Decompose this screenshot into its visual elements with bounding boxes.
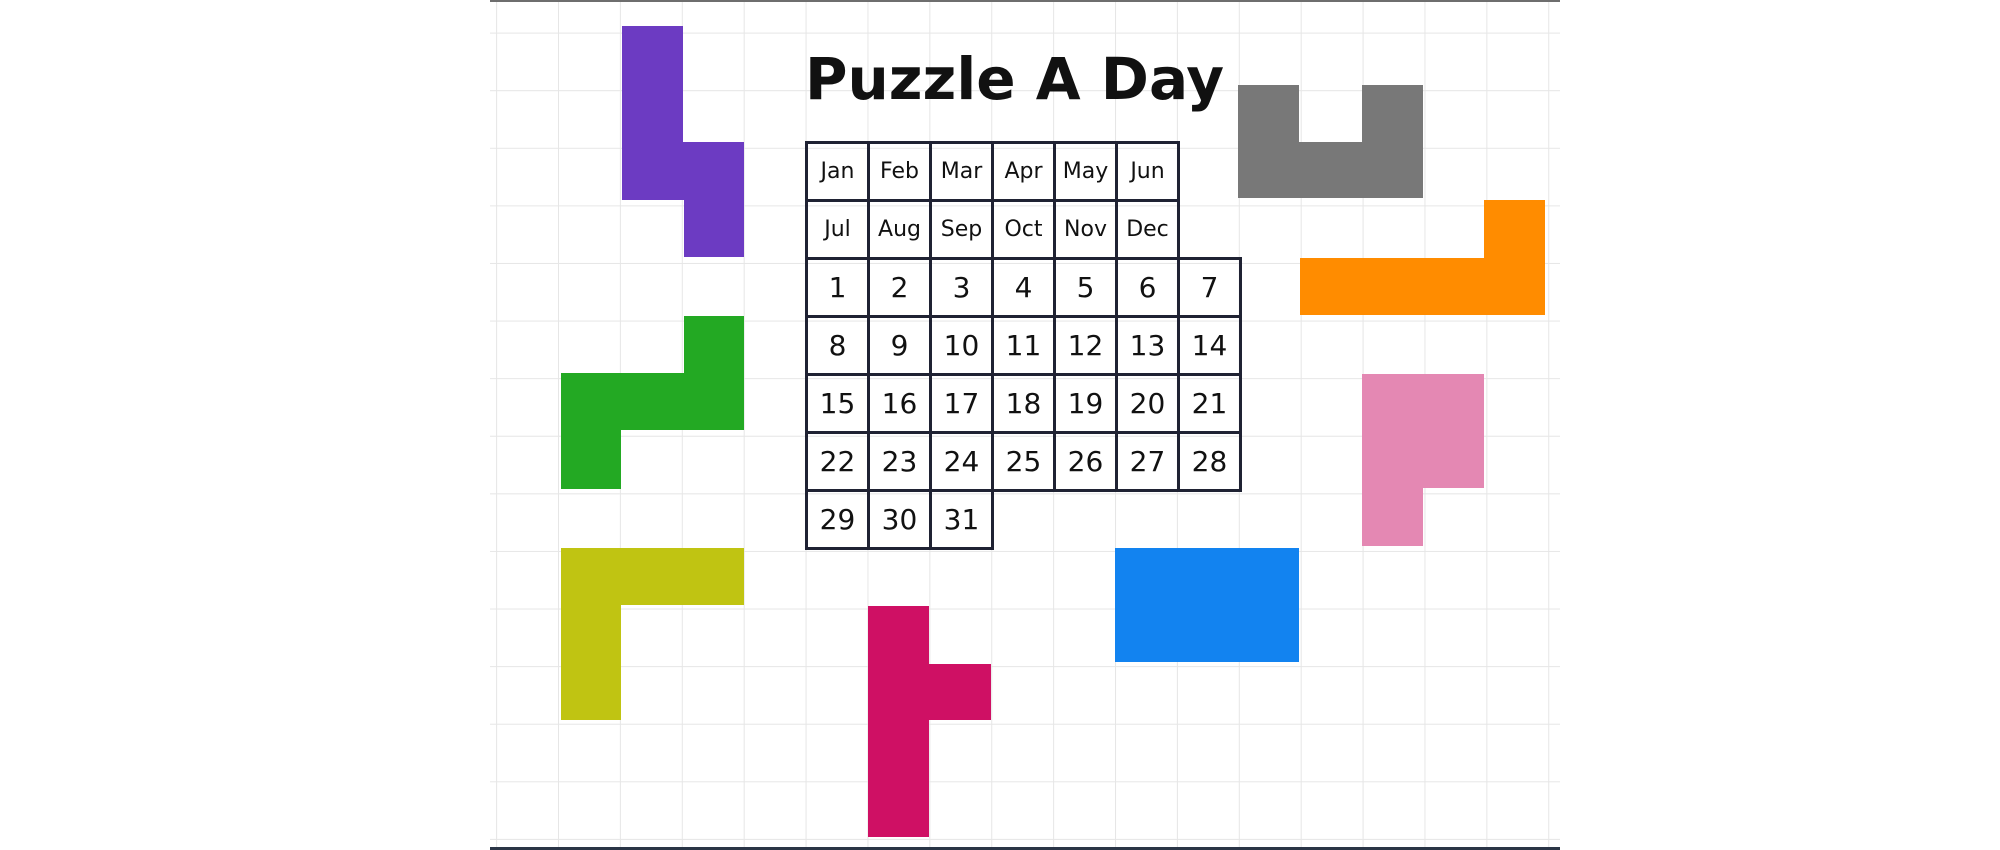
day-cell-7[interactable]: 7 <box>1177 257 1242 318</box>
month-cell-apr[interactable]: Apr <box>991 141 1056 202</box>
day-cell-10[interactable]: 10 <box>929 315 994 376</box>
month-cell-mar[interactable]: Mar <box>929 141 994 202</box>
month-cell-sep[interactable]: Sep <box>929 199 994 260</box>
month-cell-dec[interactable]: Dec <box>1115 199 1180 260</box>
day-cell-31[interactable]: 31 <box>929 489 994 550</box>
day-cell-27[interactable]: 27 <box>1115 431 1180 492</box>
calendar-board: Jan Feb Mar Apr May Jun Jul Aug Sep Oct Nov Dec 1 2 3 4… <box>805 141 1242 550</box>
day-cell-28[interactable]: 28 <box>1177 431 1242 492</box>
day-cell-15[interactable]: 15 <box>805 373 870 434</box>
month-cell-jan[interactable]: Jan <box>805 141 870 202</box>
day-cell-30[interactable]: 30 <box>867 489 932 550</box>
day-cell-25[interactable]: 25 <box>991 431 1056 492</box>
day-cell-9[interactable]: 9 <box>867 315 932 376</box>
day-cell-13[interactable]: 13 <box>1115 315 1180 376</box>
month-cell-may[interactable]: May <box>1053 141 1118 202</box>
day-cell-6[interactable]: 6 <box>1115 257 1180 318</box>
day-cell-3[interactable]: 3 <box>929 257 994 318</box>
puzzle-stage: Puzzle A Day Jan Feb Mar Apr May Jun Jul Aug Sep… <box>0 0 2000 850</box>
day-cell-5[interactable]: 5 <box>1053 257 1118 318</box>
day-cell-18[interactable]: 18 <box>991 373 1056 434</box>
day-cell-20[interactable]: 20 <box>1115 373 1180 434</box>
day-cell-29[interactable]: 29 <box>805 489 870 550</box>
month-cell-nov[interactable]: Nov <box>1053 199 1118 260</box>
day-cell-19[interactable]: 19 <box>1053 373 1118 434</box>
month-cell-aug[interactable]: Aug <box>867 199 932 260</box>
day-cell-17[interactable]: 17 <box>929 373 994 434</box>
blue-piece[interactable] <box>1115 548 1299 662</box>
month-cell-jul[interactable]: Jul <box>805 199 870 260</box>
day-cell-14[interactable]: 14 <box>1177 315 1242 376</box>
day-cell-8[interactable]: 8 <box>805 315 870 376</box>
day-cell-4[interactable]: 4 <box>991 257 1056 318</box>
day-cell-2[interactable]: 2 <box>867 257 932 318</box>
day-cell-21[interactable]: 21 <box>1177 373 1242 434</box>
day-cell-24[interactable]: 24 <box>929 431 994 492</box>
page-title: Puzzle A Day <box>805 45 1225 113</box>
day-cell-12[interactable]: 12 <box>1053 315 1118 376</box>
day-cell-26[interactable]: 26 <box>1053 431 1118 492</box>
day-cell-1[interactable]: 1 <box>805 257 870 318</box>
day-cell-16[interactable]: 16 <box>867 373 932 434</box>
day-cell-23[interactable]: 23 <box>867 431 932 492</box>
day-cell-22[interactable]: 22 <box>805 431 870 492</box>
month-cell-jun[interactable]: Jun <box>1115 141 1180 202</box>
month-cell-feb[interactable]: Feb <box>867 141 932 202</box>
month-cell-oct[interactable]: Oct <box>991 199 1056 260</box>
day-cell-11[interactable]: 11 <box>991 315 1056 376</box>
